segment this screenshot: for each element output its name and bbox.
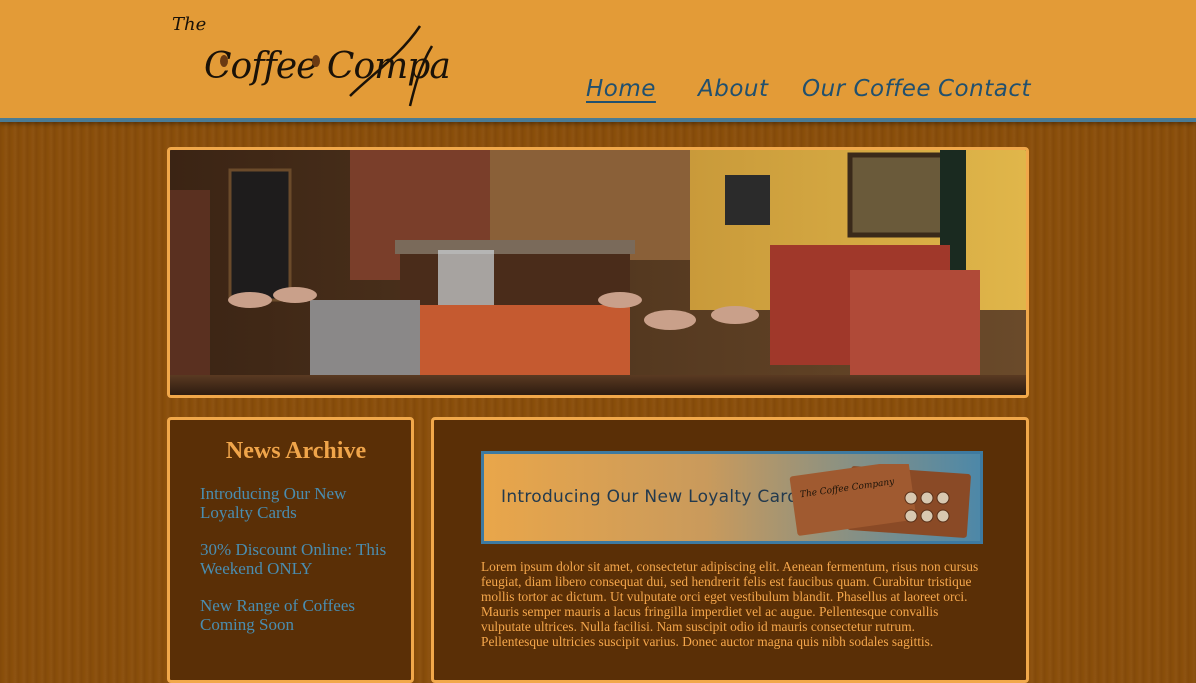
logo-text-the: The [172, 14, 206, 35]
hero-image [167, 147, 1029, 398]
banner-title: Introducing Our New Loyalty Cards [501, 487, 808, 507]
news-link-new-range[interactable]: New Range of Coffees Coming Soon [200, 596, 400, 634]
loyalty-card-illustration: The Coffee Company [789, 464, 971, 538]
site-header: The Coffee Company Home About Our Coffee… [0, 0, 1196, 122]
nav-contact[interactable]: Contact [938, 76, 1031, 102]
nav-about[interactable]: About [698, 76, 769, 102]
nav-our-coffee[interactable]: Our Coffee [802, 76, 931, 102]
news-archive-title: News Archive [225, 438, 367, 464]
cafe-interior-illustration [170, 150, 1026, 395]
main-nav: Home About Our Coffee Contact [0, 76, 1196, 110]
news-list: Introducing Our New Loyalty Cards 30% Di… [200, 484, 400, 652]
news-link-discount[interactable]: 30% Discount Online: This Weekend ONLY [200, 540, 400, 578]
news-archive-panel: News Archive Introducing Our New Loyalty… [167, 417, 414, 683]
main-content-panel: Introducing Our New Loyalty Cards The Co… [431, 417, 1029, 683]
article-body: Lorem ipsum dolor sit amet, consectetur … [481, 559, 979, 649]
news-link-loyalty-cards[interactable]: Introducing Our New Loyalty Cards [200, 484, 400, 522]
loyalty-cards-banner[interactable]: Introducing Our New Loyalty Cards The Co… [481, 451, 983, 544]
nav-home[interactable]: Home [586, 76, 656, 102]
